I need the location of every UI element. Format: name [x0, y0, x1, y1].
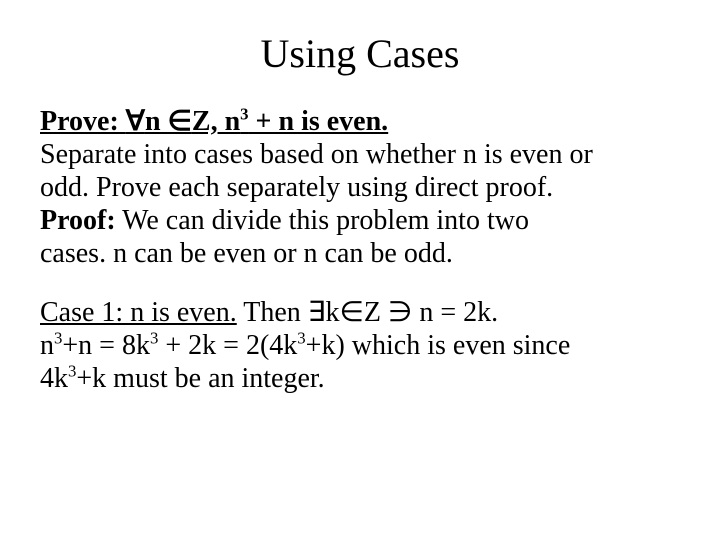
slide-body: Prove: ∀n ∈Z, n3 + n is even. Separate i…: [40, 105, 680, 395]
slide-title: Using Cases: [40, 30, 680, 77]
case1-line2: n3+n = 8k3 + 2k = 2(4k3+k) which is even…: [40, 329, 680, 362]
proof-line1: Proof: We can divide this problem into t…: [40, 204, 680, 237]
case1-line1: Case 1: n is even. Then ∃k∈Z ∋ n = 2k.: [40, 296, 680, 329]
para1-line2: odd. Prove each separately using direct …: [40, 171, 680, 204]
para1-line1: Separate into cases based on whether n i…: [40, 138, 680, 171]
prove-label: Prove:: [40, 106, 126, 137]
proof-line2: cases. n can be even or n can be odd.: [40, 237, 680, 270]
case1-label: Case 1: n is even.: [40, 297, 237, 328]
case1-line3: 4k3+k must be an integer.: [40, 362, 680, 395]
proof-label: Proof:: [40, 205, 116, 236]
slide: Using Cases Prove: ∀n ∈Z, n3 + n is even…: [0, 0, 720, 540]
spacer: [40, 270, 680, 296]
prove-line: Prove: ∀n ∈Z, n3 + n is even.: [40, 105, 680, 138]
prove-statement: ∀n ∈Z, n3 + n is even.: [126, 106, 388, 137]
